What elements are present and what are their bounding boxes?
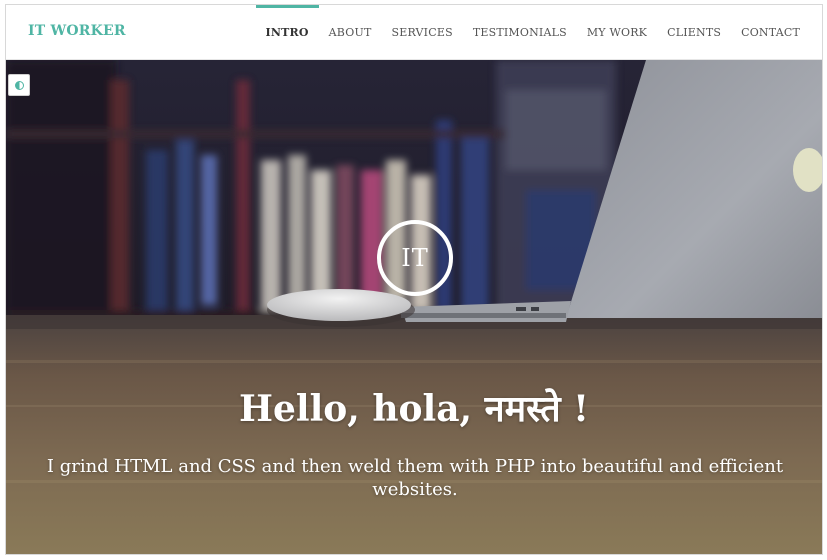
nav-item-testimonials[interactable]: TESTIMONIALS bbox=[463, 5, 577, 60]
nav-item-intro[interactable]: INTRO bbox=[255, 5, 319, 60]
nav-item-services[interactable]: SERVICES bbox=[381, 5, 462, 60]
hero-section: IT Hello, hola, नमस्ते ! I grind HTML an… bbox=[6, 60, 822, 554]
brand-logo[interactable]: IT WORKER bbox=[28, 23, 126, 39]
contrast-icon bbox=[14, 80, 24, 90]
nav-item-clients[interactable]: CLIENTS bbox=[657, 5, 731, 60]
main-nav: INTRO ABOUT SERVICES TESTIMONIALS MY WOR… bbox=[255, 5, 810, 60]
hero-logo-circle: IT bbox=[377, 220, 453, 296]
hero-tagline: I grind HTML and CSS and then weld them … bbox=[46, 456, 784, 500]
nav-item-about[interactable]: ABOUT bbox=[319, 5, 382, 60]
navbar: IT WORKER INTRO ABOUT SERVICES TESTIMONI… bbox=[6, 5, 822, 60]
nav-item-my-work[interactable]: MY WORK bbox=[577, 5, 657, 60]
theme-toggle-button[interactable] bbox=[8, 74, 30, 96]
hero-logo-text: IT bbox=[401, 244, 429, 272]
nav-item-contact[interactable]: CONTACT bbox=[731, 5, 810, 60]
browser-viewport: IT WORKER INTRO ABOUT SERVICES TESTIMONI… bbox=[5, 4, 823, 555]
hero-headline: Hello, hola, नमस्ते ! bbox=[239, 388, 589, 430]
